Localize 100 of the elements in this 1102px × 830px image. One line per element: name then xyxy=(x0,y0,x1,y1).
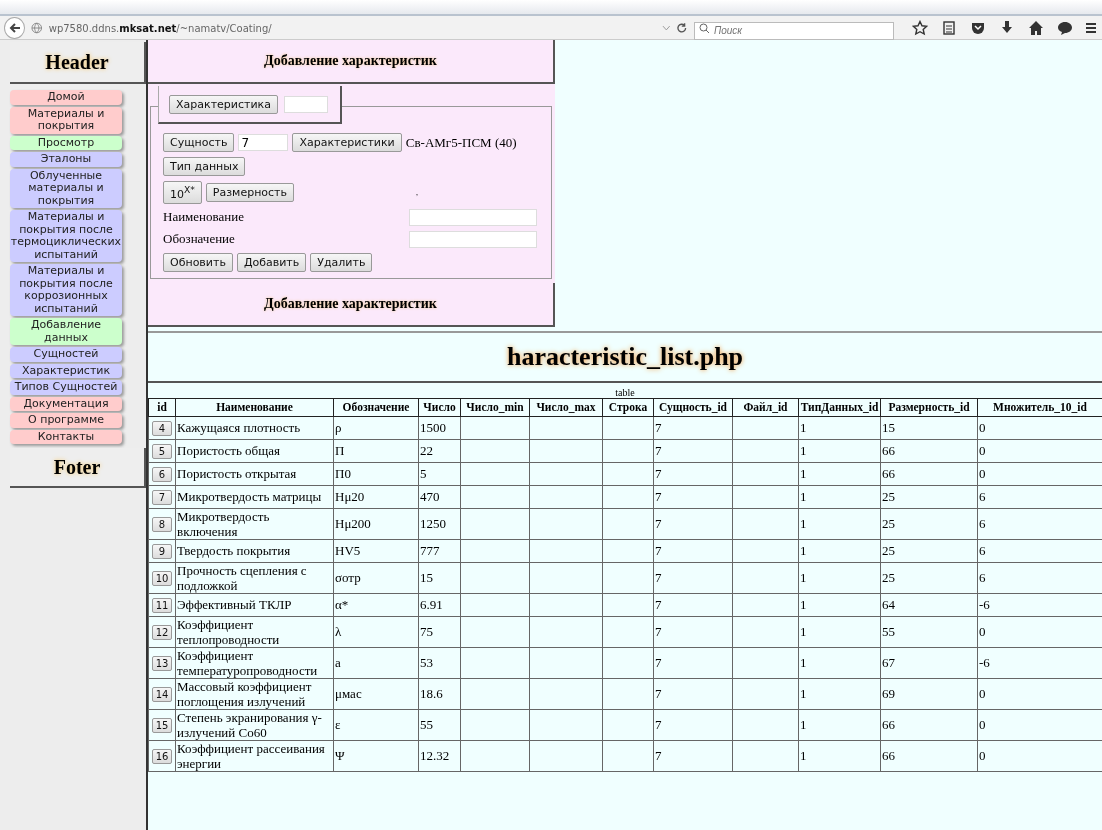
power-button[interactable]: 10$^{X*}$ xyxy=(163,181,202,204)
table-cell: Пористость открытая xyxy=(177,466,297,482)
row-id-button[interactable]: 5 xyxy=(152,443,172,459)
table-cell: ρ xyxy=(335,420,342,436)
row-id-button[interactable]: 4 xyxy=(152,420,172,436)
column-header: Число xyxy=(418,398,461,417)
entity-button[interactable]: Сущность xyxy=(163,133,235,152)
search-field[interactable]: Поиск xyxy=(694,21,894,40)
sidebar-header: Header xyxy=(10,42,146,84)
characteristic-button[interactable]: Характеристика xyxy=(169,94,278,114)
table-cell: Эффективный ТКЛР xyxy=(177,597,292,613)
field-label: Обозначение xyxy=(163,231,235,248)
nav-link[interactable]: О программе xyxy=(10,413,122,428)
action-button[interactable]: Обновить xyxy=(163,252,233,272)
input-field[interactable] xyxy=(409,208,537,226)
table-cell: 55 xyxy=(420,717,433,733)
row-id-button[interactable]: 11 xyxy=(151,597,173,613)
table-cell: 0 xyxy=(979,420,986,436)
nav-link[interactable]: Типов Сущностей xyxy=(10,380,122,395)
table-cell: 66 xyxy=(882,717,895,733)
row-id-button[interactable]: 10 xyxy=(151,570,173,586)
column-header: Размерность_id xyxy=(880,398,978,417)
table-cell: 1 xyxy=(800,597,807,613)
table-cell: 6 xyxy=(979,489,986,505)
row-id-button[interactable]: 9 xyxy=(152,543,172,559)
back-button[interactable] xyxy=(4,17,26,39)
table-cell: 55 xyxy=(882,624,895,640)
column-header: Обозначение xyxy=(333,398,419,417)
row-id-button[interactable]: 14 xyxy=(151,686,173,702)
reload-icon[interactable] xyxy=(676,22,688,34)
star-icon[interactable] xyxy=(912,20,928,36)
row-id-button[interactable]: 16 xyxy=(151,748,173,764)
nav-link[interactable]: Контакты xyxy=(10,429,122,444)
characteristic-input[interactable] xyxy=(283,95,328,113)
menu-icon[interactable] xyxy=(1086,21,1096,35)
table-cell: 7 xyxy=(655,597,662,613)
nav-link[interactable]: Просмотр xyxy=(10,135,122,150)
nav-link[interactable]: Материалы и покрытия после коррозионных испытаний xyxy=(10,264,122,316)
table-cell: α* xyxy=(335,597,349,613)
column-header: Наименование xyxy=(175,398,334,417)
entity-name: Св-АМг5-ПСМ (40) xyxy=(405,134,517,151)
nav-link[interactable]: Материалы и покрытия после термоциклических испытаний xyxy=(10,210,122,262)
table-cell: 25 xyxy=(882,516,895,532)
table-cell: a xyxy=(335,655,341,671)
entity-input[interactable]: 7 xyxy=(238,134,289,151)
row-id-button[interactable]: 15 xyxy=(151,717,173,733)
chat-icon[interactable] xyxy=(1057,20,1073,36)
shield-icon[interactable] xyxy=(970,20,986,36)
row-id-button[interactable]: 6 xyxy=(152,466,172,482)
nav-link[interactable]: Облученные материалы и покрытия xyxy=(10,168,122,208)
action-button[interactable]: Удалить xyxy=(310,252,373,272)
table-cell: 66 xyxy=(882,748,895,764)
table-cell: 1500 xyxy=(420,420,446,436)
nav-link[interactable]: Эталоны xyxy=(10,152,122,167)
table-cell: 1 xyxy=(800,516,807,532)
table-cell: 6 xyxy=(979,516,986,532)
row-id-button[interactable]: 12 xyxy=(151,624,173,640)
row-id-button[interactable]: 7 xyxy=(152,489,172,505)
action-button[interactable]: Добавить xyxy=(236,252,307,272)
nav-link[interactable]: Характеристик xyxy=(10,363,122,378)
table-cell: Ψ xyxy=(335,748,345,764)
home-icon[interactable] xyxy=(1028,20,1044,36)
sidebar-footer: Foter xyxy=(10,448,146,488)
table-cell: 1 xyxy=(800,443,807,459)
nav-link[interactable]: Документация xyxy=(10,396,122,411)
clipboard-icon[interactable] xyxy=(941,20,957,36)
row-id-button[interactable]: 8 xyxy=(152,516,172,532)
table-cell: 1 xyxy=(800,686,807,702)
table-cell: 1 xyxy=(800,717,807,733)
table-cell: Массовый коэффициент поглощения излучений xyxy=(177,678,312,709)
table-cell: 7 xyxy=(655,489,662,505)
nav-link[interactable]: Добавление данных xyxy=(10,318,122,345)
row-id-button[interactable]: 13 xyxy=(151,655,173,671)
input-field[interactable] xyxy=(409,230,537,248)
table-cell: 5 xyxy=(420,466,427,482)
address-field[interactable]: wp7580.ddns.mksat.net/~namatv/Coating/ xyxy=(48,22,548,34)
table-cell: 53 xyxy=(420,655,433,671)
nav-link[interactable]: Сущностей xyxy=(10,347,122,362)
table-cell: 66 xyxy=(882,466,895,482)
table-cell: Коэффициент температуропроводности xyxy=(177,647,318,678)
table-cell: Кажущаяся плотность xyxy=(177,420,301,436)
table-cell: Микротвердость включения xyxy=(177,508,270,539)
nav-link[interactable]: Материалы и покрытия xyxy=(10,106,122,134)
table-cell: Коэффициент теплопроводности xyxy=(177,616,280,647)
column-header: Строка xyxy=(602,398,654,417)
table-cell: ε xyxy=(335,717,341,733)
form-title: Добавление характеристик xyxy=(148,40,555,84)
table-cell: 1 xyxy=(800,466,807,482)
nav-link[interactable]: Домой xyxy=(10,90,122,105)
data-type-button[interactable]: Тип данных xyxy=(163,157,246,176)
table-cell: 25 xyxy=(882,570,895,586)
table-cell: μмас xyxy=(335,686,362,702)
table-cell: Твердость покрытия xyxy=(177,543,291,559)
table-cell: 7 xyxy=(655,543,662,559)
table-cell: 0 xyxy=(979,748,986,764)
dimension-button[interactable]: Размерность xyxy=(205,182,294,202)
table-cell: 0 xyxy=(979,624,986,640)
table-cell: 1250 xyxy=(420,516,446,532)
characteristics-button[interactable]: Характеристики xyxy=(292,133,402,152)
table-cell: 22 xyxy=(420,443,433,459)
